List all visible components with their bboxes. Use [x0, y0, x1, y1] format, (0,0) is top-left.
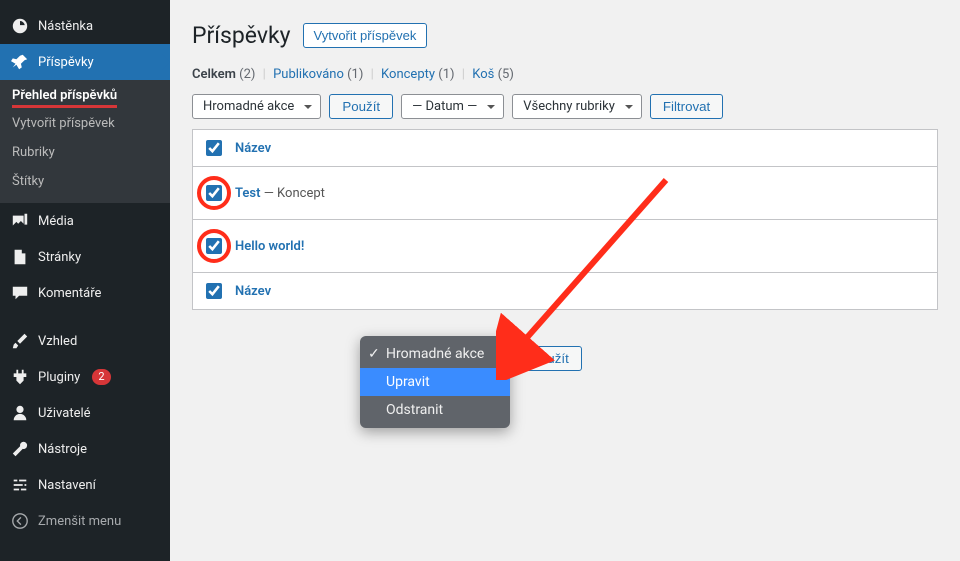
sidebar-item-settings[interactable]: Nastavení — [0, 467, 170, 503]
sidebar-sub-categories[interactable]: Rubriky — [0, 139, 170, 166]
user-icon — [10, 403, 30, 423]
sidebar-item-label: Nastavení — [38, 478, 96, 493]
sliders-icon — [10, 475, 30, 495]
column-title-footer[interactable]: Název — [235, 284, 271, 299]
post-title-link[interactable]: Hello world! — [235, 239, 304, 254]
apply-bulk-bottom-button[interactable]: Použít — [518, 346, 582, 371]
sidebar-item-label: Média — [38, 214, 74, 229]
sidebar-item-users[interactable]: Uživatelé — [0, 395, 170, 431]
top-toolbar: Hromadné akce Použít — Datum — Všechny r… — [192, 94, 938, 119]
main-content: Příspěvky Vytvořit příspěvek Celkem (2) … — [170, 0, 960, 561]
select-all-bottom-checkbox[interactable] — [206, 283, 222, 299]
table-row: Hello world! — [193, 219, 937, 272]
pin-icon — [10, 52, 30, 72]
page-title: Příspěvky — [192, 22, 291, 49]
add-new-post-button[interactable]: Vytvořit příspěvek — [303, 23, 428, 48]
date-filter-select[interactable]: — Datum — — [401, 94, 504, 119]
category-filter-select[interactable]: Všechny rubriky — [512, 94, 642, 119]
sidebar-item-posts[interactable]: Příspěvky — [0, 44, 170, 80]
sidebar-item-label: Nástěnka — [38, 19, 93, 34]
comment-icon — [10, 283, 30, 303]
row-checkbox[interactable] — [206, 185, 222, 201]
wrench-icon — [10, 439, 30, 459]
sidebar-item-comments[interactable]: Komentáře — [0, 275, 170, 311]
filter-drafts-count: (1) — [438, 67, 454, 82]
filter-button[interactable]: Filtrovat — [650, 94, 723, 119]
sidebar-item-label: Stránky — [38, 250, 81, 265]
page-icon — [10, 247, 30, 267]
sidebar-sub-tags[interactable]: Štítky — [0, 168, 170, 195]
filter-all-label: Celkem — [192, 67, 236, 82]
collapse-icon — [10, 511, 30, 531]
page-header: Příspěvky Vytvořit příspěvek — [192, 22, 938, 49]
filter-published-count: (1) — [347, 67, 363, 82]
table-header-row: Název — [193, 130, 937, 166]
sidebar-item-label: Komentáře — [38, 286, 101, 301]
posts-table: Název Test — Koncept Hello world! Název — [192, 129, 938, 310]
sidebar-sub-add[interactable]: Vytvořit příspěvek — [0, 110, 170, 137]
column-title[interactable]: Název — [235, 141, 271, 156]
bulk-action-dropdown-open: Hromadné akce Upravit Odstranit — [360, 336, 510, 428]
filter-trash[interactable]: Koš — [472, 67, 494, 82]
table-row: Test — Koncept — [193, 166, 937, 219]
filter-all-count: (2) — [239, 67, 255, 82]
sidebar-item-label: Pluginy — [38, 370, 80, 385]
row-checkbox[interactable] — [206, 238, 222, 254]
filter-drafts[interactable]: Koncepty — [381, 67, 435, 82]
dashboard-icon — [10, 16, 30, 36]
bulk-option-edit[interactable]: Upravit — [360, 368, 510, 396]
filter-published[interactable]: Publikováno — [273, 67, 344, 82]
admin-sidebar: Nástěnka Příspěvky Přehled příspěvků Vyt… — [0, 0, 170, 561]
filter-trash-count: (5) — [498, 67, 514, 82]
post-title-link[interactable]: Test — [235, 186, 260, 201]
brush-icon — [10, 331, 30, 351]
plugin-icon — [10, 367, 30, 387]
sidebar-item-plugins[interactable]: Pluginy 2 — [0, 359, 170, 395]
sidebar-item-label: Uživatelé — [38, 406, 91, 421]
select-all-top-checkbox[interactable] — [206, 140, 222, 156]
media-icon — [10, 211, 30, 231]
sidebar-item-collapse[interactable]: Zmenšit menu — [0, 503, 170, 539]
sidebar-item-appearance[interactable]: Vzhled — [0, 323, 170, 359]
sidebar-item-label: Příspěvky — [38, 55, 94, 70]
sidebar-item-label: Nástroje — [38, 442, 87, 457]
sidebar-item-dashboard[interactable]: Nástěnka — [0, 8, 170, 44]
sidebar-item-label: Vzhled — [38, 334, 77, 349]
sidebar-item-tools[interactable]: Nástroje — [0, 431, 170, 467]
sidebar-item-pages[interactable]: Stránky — [0, 239, 170, 275]
post-status-suffix: — Koncept — [264, 186, 325, 201]
apply-bulk-top-button[interactable]: Použít — [329, 94, 393, 119]
sidebar-submenu-posts: Přehled příspěvků Vytvořit příspěvek Rub… — [0, 80, 170, 203]
table-footer-row: Název — [193, 272, 937, 309]
bulk-action-select-top[interactable]: Hromadné akce — [192, 94, 321, 119]
sidebar-item-label: Zmenšit menu — [38, 514, 121, 529]
sidebar-sub-overview[interactable]: Přehled příspěvků — [12, 84, 117, 108]
sidebar-item-media[interactable]: Média — [0, 203, 170, 239]
bulk-option-delete[interactable]: Odstranit — [360, 396, 510, 424]
bulk-option-none[interactable]: Hromadné akce — [360, 340, 510, 368]
status-filter-bar: Celkem (2) | Publikováno (1) | Koncepty … — [192, 67, 938, 82]
plugins-update-badge: 2 — [92, 369, 110, 385]
